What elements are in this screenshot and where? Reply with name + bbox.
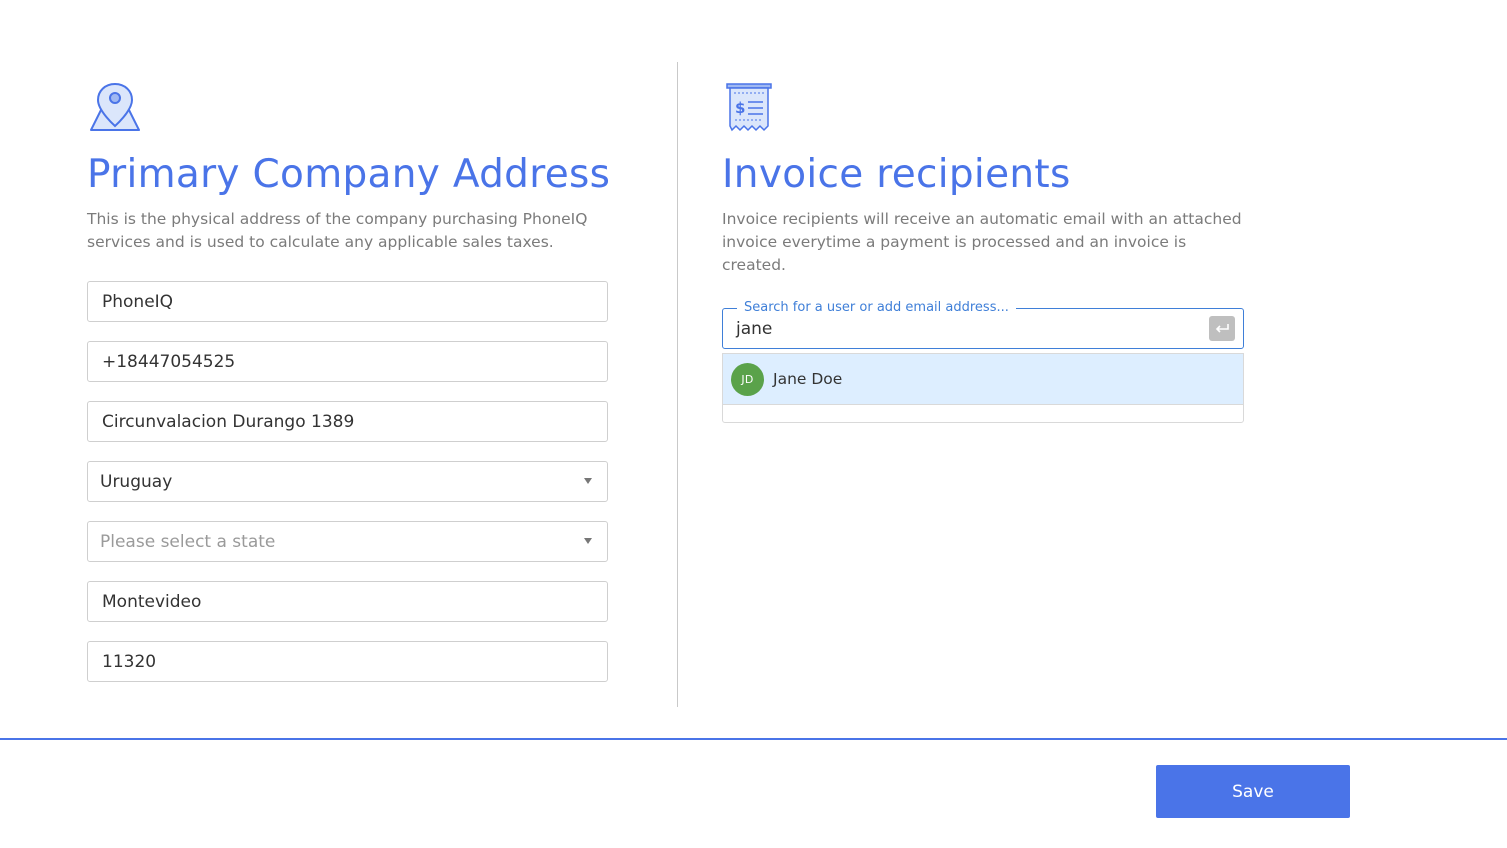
address-form: PhoneIQ +18447054525 Circunvalacion Dura… bbox=[87, 281, 609, 682]
company-name-field[interactable]: PhoneIQ bbox=[87, 281, 608, 322]
suggestion-name: Jane Doe bbox=[773, 370, 843, 388]
save-button[interactable]: Save bbox=[1156, 765, 1350, 818]
invoice-description: Invoice recipients will receive an autom… bbox=[722, 210, 1242, 274]
state-select[interactable]: Please select a state bbox=[87, 521, 608, 562]
receipt-icon: $ bbox=[726, 83, 772, 132]
state-placeholder: Please select a state bbox=[100, 531, 276, 552]
recipient-search-value: jane bbox=[736, 318, 773, 339]
recipient-search-label: Search for a user or add email address..… bbox=[737, 299, 1016, 317]
invoice-title: Invoice recipients bbox=[722, 152, 1071, 197]
avatar: JD bbox=[731, 362, 764, 396]
city-field[interactable]: Montevideo bbox=[87, 581, 608, 622]
recipient-search: Search for a user or add email address..… bbox=[722, 299, 1244, 423]
list-item[interactable]: JD Jane Doe bbox=[723, 354, 1243, 405]
invoice-recipients-section: $ Invoice recipients Invoice recipients … bbox=[722, 80, 1244, 423]
map-pin-icon bbox=[90, 82, 140, 131]
city-value: Montevideo bbox=[102, 591, 202, 612]
footer-divider bbox=[0, 738, 1507, 740]
zip-value: 11320 bbox=[102, 651, 157, 672]
company-name-value: PhoneIQ bbox=[102, 291, 174, 312]
address-description: This is the physical address of the comp… bbox=[87, 210, 588, 251]
address-title: Primary Company Address bbox=[87, 152, 611, 197]
column-divider bbox=[677, 62, 678, 707]
phone-field[interactable]: +18447054525 bbox=[87, 341, 608, 382]
street-field[interactable]: Circunvalacion Durango 1389 bbox=[87, 401, 608, 442]
country-value: Uruguay bbox=[100, 471, 173, 492]
zip-field[interactable]: 11320 bbox=[87, 641, 608, 682]
street-value: Circunvalacion Durango 1389 bbox=[102, 411, 355, 432]
company-address-section: Primary Company Address This is the phys… bbox=[87, 80, 611, 701]
chevron-down-icon bbox=[584, 478, 592, 484]
phone-value: +18447054525 bbox=[102, 351, 236, 372]
chevron-down-icon bbox=[584, 538, 592, 544]
svg-text:$: $ bbox=[735, 99, 745, 117]
recipient-search-input[interactable]: Search for a user or add email address..… bbox=[722, 299, 1244, 349]
country-select[interactable]: Uruguay bbox=[87, 461, 608, 502]
billing-settings-page: Primary Company Address This is the phys… bbox=[0, 0, 1507, 848]
enter-key-icon[interactable] bbox=[1209, 316, 1235, 341]
recipient-suggestions: JD Jane Doe bbox=[722, 353, 1244, 423]
